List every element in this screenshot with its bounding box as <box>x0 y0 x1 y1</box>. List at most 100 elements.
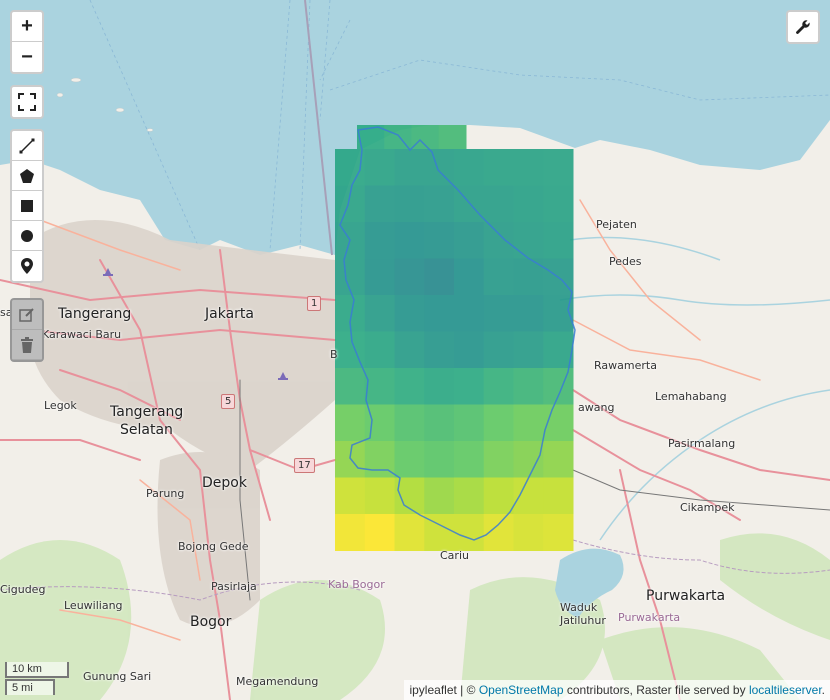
trash-icon <box>21 336 33 353</box>
raster-cell <box>513 514 544 551</box>
raster-cell <box>483 222 514 259</box>
raster-cell <box>543 514 574 551</box>
zoom-control: + − <box>10 10 44 74</box>
draw-marker-button[interactable] <box>12 251 42 281</box>
raster-cell <box>483 149 514 186</box>
raster-cell <box>483 477 514 515</box>
osm-link[interactable]: OpenStreetMap <box>479 683 564 697</box>
draw-rectangle-button[interactable] <box>12 191 42 221</box>
attribution-end: . <box>821 683 825 697</box>
fullscreen-button[interactable] <box>12 87 42 117</box>
raster-cell <box>454 514 485 551</box>
scale-km: 10 km <box>5 662 69 678</box>
raster-cell <box>513 222 544 259</box>
localtileserver-link[interactable]: localtileserver <box>749 683 822 697</box>
place-label: Tangerang <box>110 404 184 420</box>
raster-cell <box>424 222 455 259</box>
zoom-out-button[interactable]: − <box>12 42 42 72</box>
raster-cell <box>483 295 514 332</box>
raster-cell <box>543 149 574 186</box>
attribution-mid: contributors, Raster file served by <box>563 683 749 697</box>
raster-cell <box>335 514 366 551</box>
raster-cell <box>483 404 514 442</box>
raster-cell <box>394 185 425 223</box>
raster-cell <box>543 185 574 223</box>
raster-cell <box>394 295 425 332</box>
raster-cell <box>513 331 544 369</box>
place-label: awang <box>578 401 615 414</box>
circle-icon <box>21 229 33 242</box>
raster-cell <box>513 368 544 405</box>
place-label: Cikampek <box>680 501 735 514</box>
raster-cell <box>513 404 544 442</box>
wrench-icon <box>796 20 810 34</box>
raster-cell <box>513 295 544 332</box>
zoom-in-button[interactable]: + <box>12 12 42 42</box>
map-container[interactable]: Jakarta Tangerang Tangerang Selatan Depok Bog… <box>0 0 830 700</box>
place-label: Purwakarta <box>618 611 681 624</box>
raster-cell <box>543 477 574 515</box>
raster-cell <box>543 222 574 259</box>
raster-cell <box>424 258 455 296</box>
attribution-sep: | © <box>456 683 479 697</box>
raster-cell <box>424 368 455 405</box>
place-label: Bogor <box>190 614 232 630</box>
raster-cell <box>483 441 514 478</box>
road-shield: 17 <box>294 458 315 473</box>
place-label: Pasirmalang <box>668 437 736 450</box>
place-label: Purwakarta <box>646 588 726 604</box>
draw-polygon-button[interactable] <box>12 161 42 191</box>
draw-circle-button[interactable] <box>12 221 42 251</box>
draw-toolbar <box>10 129 44 283</box>
raster-cell <box>424 477 455 515</box>
place-label: Megamendung <box>236 675 319 688</box>
raster-cell <box>454 295 485 332</box>
place-label: B <box>330 348 338 361</box>
raster-cell <box>384 125 412 149</box>
raster-cell <box>394 222 425 259</box>
place-label: Lemahabang <box>655 390 727 403</box>
raster-cell <box>335 441 366 478</box>
road-shield: 1 <box>307 296 322 311</box>
raster-cell <box>454 222 485 259</box>
settings-button[interactable] <box>786 10 820 44</box>
place-label: Rawamerta <box>594 359 657 372</box>
raster-cell <box>454 441 485 478</box>
raster-cells <box>335 125 574 551</box>
raster-cell <box>454 258 485 296</box>
raster-cell <box>543 441 574 478</box>
raster-cell <box>364 185 395 223</box>
place-label: Pejaten <box>596 218 637 231</box>
raster-cell <box>364 258 395 296</box>
place-label: Pedes <box>609 255 642 268</box>
place-label: Depok <box>202 475 247 491</box>
edit-layers-button[interactable] <box>12 300 42 330</box>
raster-cell <box>483 258 514 296</box>
draw-polyline-button[interactable] <box>12 131 42 161</box>
raster-cell <box>394 331 425 369</box>
raster-cell <box>394 441 425 478</box>
raster-cell <box>454 368 485 405</box>
scale-km-label: 10 km <box>5 662 69 678</box>
attribution: ipyleaflet | © OpenStreetMap contributor… <box>404 680 830 700</box>
place-label: Jakarta <box>205 306 254 322</box>
raster-cell <box>483 331 514 369</box>
marker-icon <box>21 258 33 274</box>
raster-cell <box>438 125 467 149</box>
place-label: Parung <box>146 487 185 500</box>
raster-cell <box>364 149 395 186</box>
scale-mi-label: 5 mi <box>5 679 55 695</box>
fullscreen-control <box>10 85 44 119</box>
raster-cell <box>394 514 425 551</box>
raster-cell <box>394 368 425 405</box>
place-label: Kab Bogor <box>328 578 385 591</box>
place-label: Karawaci Baru <box>42 328 122 341</box>
raster-cell <box>364 331 395 369</box>
raster-cell <box>424 295 455 332</box>
delete-layers-button[interactable] <box>12 330 42 360</box>
raster-cell <box>364 514 395 551</box>
place-label: Waduk <box>560 601 598 614</box>
raster-cell <box>454 149 485 186</box>
raster-cell <box>543 368 574 405</box>
place-label: Cariu <box>440 549 469 562</box>
